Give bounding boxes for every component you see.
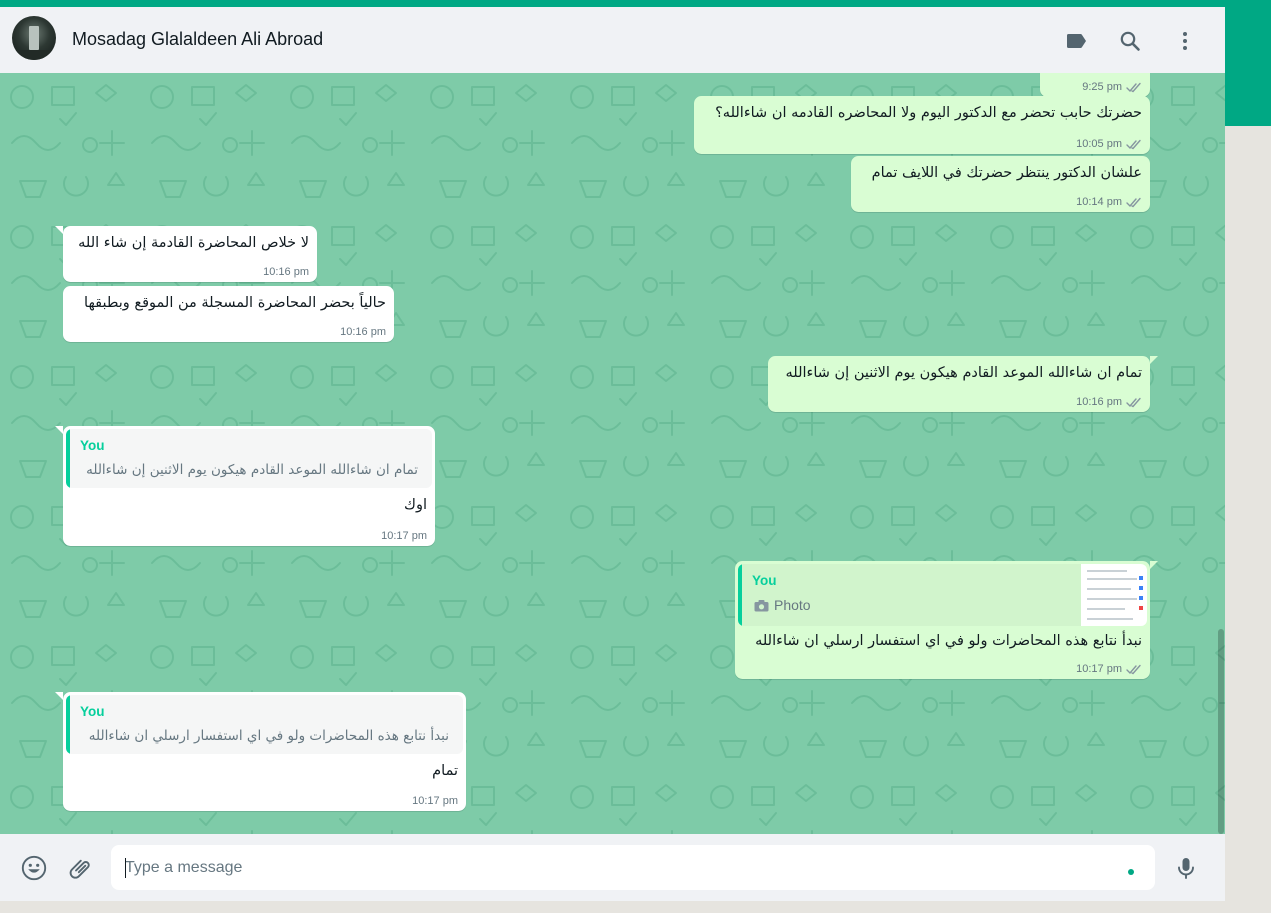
chat-window: Mosadag Glalaldeen Ali Abroad 9:25 pm حض… <box>0 7 1225 901</box>
quote-text: Photo <box>774 597 811 613</box>
message-meta: 9:25 pm <box>1082 81 1142 93</box>
message-bubble[interactable]: You نبدأ نتابع هذه المحاضرات ولو في اي ا… <box>55 692 466 811</box>
bubble-tail <box>55 426 63 434</box>
message-time: 10:16 pm <box>340 326 386 338</box>
menu-icon[interactable] <box>1169 25 1201 57</box>
quote-author: You <box>80 438 105 453</box>
quote-photo-label: Photo <box>754 597 811 613</box>
label-icon[interactable] <box>1060 25 1092 57</box>
bubble-tail <box>55 226 63 234</box>
mic-icon[interactable] <box>1170 852 1202 884</box>
message-meta: 10:16 pm <box>263 266 309 278</box>
quote-text: نبدأ نتابع هذه المحاضرات ولو في اي استفس… <box>88 728 449 744</box>
read-receipt-icon <box>1126 82 1141 92</box>
top-accent-strip <box>0 0 1271 7</box>
message-text: لا خلاص المحاضرة القادمة إن شاء الله <box>78 235 309 251</box>
message-time: 10:17 pm <box>412 795 458 807</box>
chat-header: Mosadag Glalaldeen Ali Abroad <box>0 7 1225 74</box>
message-bubble[interactable]: 9:25 pm <box>1040 73 1150 97</box>
quoted-message[interactable]: You Photo <box>738 564 1147 626</box>
search-icon[interactable] <box>1114 25 1146 57</box>
message-time: 9:25 pm <box>1082 81 1122 93</box>
bubble-tail <box>1150 561 1158 569</box>
quote-bar <box>66 695 70 754</box>
camera-icon <box>754 599 769 611</box>
message-text: حالياً بحضر المحاضرة المسجلة من الموقع و… <box>84 295 386 311</box>
message-time: 10:16 pm <box>263 266 309 278</box>
message-meta: 10:05 pm <box>1076 138 1142 150</box>
quote-author: You <box>752 573 777 588</box>
message-bubble[interactable]: لا خلاص المحاضرة القادمة إن شاء الله 10:… <box>55 226 317 282</box>
message-text: حضرتك حابب تحضر مع الدكتور اليوم ولا الم… <box>715 105 1142 121</box>
quote-bar <box>66 429 70 488</box>
message-time: 10:14 pm <box>1076 196 1122 208</box>
emoji-icon[interactable] <box>18 852 50 884</box>
message-composer <box>0 834 1225 901</box>
message-meta: 10:16 pm <box>340 326 386 338</box>
message-time: 10:05 pm <box>1076 138 1122 150</box>
conversation-panel[interactable]: 9:25 pm حضرتك حابب تحضر مع الدكتور اليوم… <box>0 73 1225 834</box>
message-time: 10:17 pm <box>1076 663 1122 675</box>
side-accent-block <box>1225 0 1271 126</box>
bubble-tail <box>55 692 63 700</box>
text-cursor <box>125 858 126 878</box>
status-dot <box>1128 869 1134 875</box>
message-time: 10:16 pm <box>1076 396 1122 408</box>
message-text: تمام ان شاءالله الموعد القادم هيكون يوم … <box>785 365 1142 381</box>
quote-bar <box>738 564 742 626</box>
message-bubble[interactable]: حالياً بحضر المحاضرة المسجلة من الموقع و… <box>63 286 394 342</box>
quoted-message[interactable]: You نبدأ نتابع هذه المحاضرات ولو في اي ا… <box>66 695 463 754</box>
message-input[interactable] <box>125 845 1115 890</box>
quote-photo-thumbnail[interactable] <box>1081 564 1147 626</box>
message-time: 10:17 pm <box>381 530 427 542</box>
message-meta: 10:14 pm <box>1076 196 1142 208</box>
message-text: نبدأ نتابع هذه المحاضرات ولو في اي استفس… <box>755 633 1142 649</box>
message-input-container[interactable] <box>111 845 1155 890</box>
message-text: تمام <box>432 763 458 779</box>
message-text: اوك <box>404 497 427 513</box>
read-receipt-icon <box>1126 664 1141 674</box>
quote-author: You <box>80 704 105 719</box>
quoted-message[interactable]: You تمام ان شاءالله الموعد القادم هيكون … <box>66 429 432 488</box>
message-meta: 10:17 pm <box>412 795 458 807</box>
quote-text: تمام ان شاءالله الموعد القادم هيكون يوم … <box>86 462 418 478</box>
message-bubble[interactable]: علشان الدكتور ينتظر حضرتك في اللايف تمام… <box>851 156 1150 212</box>
read-receipt-icon <box>1126 139 1141 149</box>
contact-name[interactable]: Mosadag Glalaldeen Ali Abroad <box>72 29 323 50</box>
bubble-tail <box>1150 356 1158 364</box>
avatar[interactable] <box>12 16 56 60</box>
message-meta: 10:16 pm <box>1076 396 1142 408</box>
attach-icon[interactable] <box>64 852 96 884</box>
message-text: علشان الدكتور ينتظر حضرتك في اللايف تمام <box>871 165 1142 181</box>
message-bubble[interactable]: تمام ان شاءالله الموعد القادم هيكون يوم … <box>768 356 1158 412</box>
chat-scrollbar[interactable] <box>1218 629 1224 834</box>
message-meta: 10:17 pm <box>1076 663 1142 675</box>
message-bubble[interactable]: You تمام ان شاءالله الموعد القادم هيكون … <box>55 426 435 546</box>
message-bubble[interactable]: You Photo نبدأ نتابع هذه المحاضرات ولو ف… <box>735 561 1158 679</box>
message-meta: 10:17 pm <box>381 530 427 542</box>
avatar-photo-detail <box>29 26 39 50</box>
read-receipt-icon <box>1126 397 1141 407</box>
read-receipt-icon <box>1126 197 1141 207</box>
avatar-photo-floor <box>12 50 56 60</box>
message-bubble[interactable]: حضرتك حابب تحضر مع الدكتور اليوم ولا الم… <box>694 96 1150 154</box>
